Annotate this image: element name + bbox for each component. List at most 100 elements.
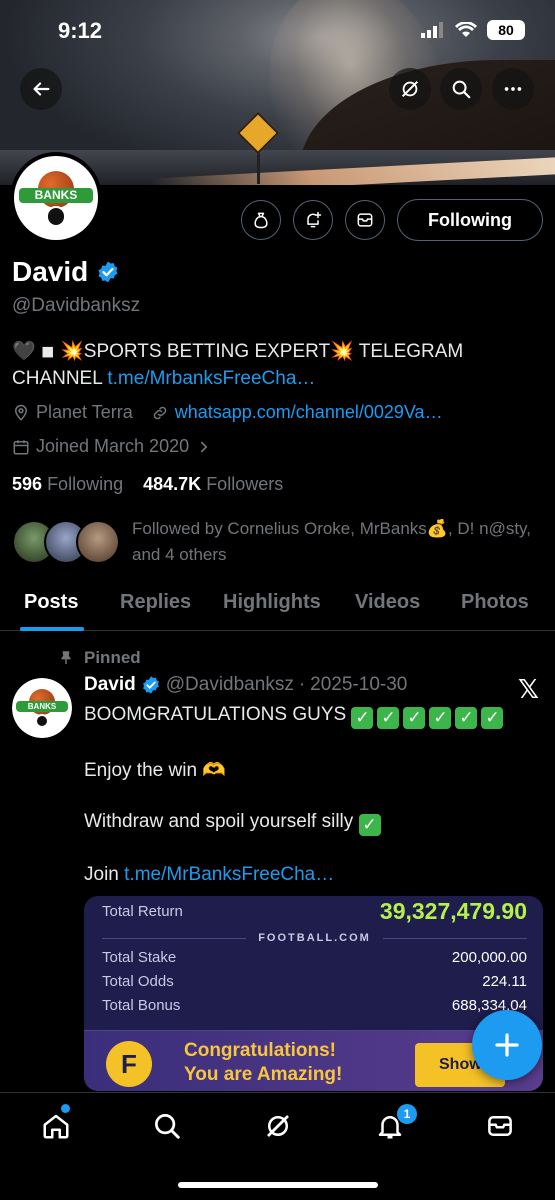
active-tab-indicator bbox=[20, 627, 84, 631]
post-telegram-link[interactable]: t.me/MrBanksFreeCha… bbox=[124, 864, 334, 885]
total-bonus-label: Total Bonus bbox=[102, 997, 181, 1014]
tab-photos[interactable]: Photos bbox=[461, 591, 529, 614]
tab-videos[interactable]: Videos bbox=[355, 591, 420, 614]
profile-joined: Joined March 2020 bbox=[36, 436, 190, 456]
football-com-logo-icon: F bbox=[106, 1041, 152, 1087]
subscribe-button[interactable] bbox=[241, 200, 281, 240]
back-button[interactable] bbox=[20, 68, 62, 110]
nav-grok[interactable] bbox=[261, 1109, 295, 1143]
status-bar: 9:12 80 bbox=[0, 0, 555, 60]
post-text-1: BOOMGRATULATIONS GUYS bbox=[84, 704, 347, 725]
follow-counts: 596 Following 484.7K Followers bbox=[12, 474, 283, 495]
logo-ribbon: BANKS bbox=[19, 187, 93, 204]
total-return-row: Total Return 39,327,479.90 bbox=[102, 898, 527, 925]
profile-bio: 🖤 ◾ 💥SPORTS BETTING EXPERT💥 TELEGRAM CHA… bbox=[12, 338, 542, 392]
grok-button[interactable] bbox=[389, 68, 431, 110]
nav-explore[interactable] bbox=[150, 1109, 184, 1143]
check-emoji-icon: ✓ bbox=[429, 707, 452, 729]
total-bonus-row: Total Bonus 688,334.04 bbox=[102, 997, 527, 1014]
home-new-dot bbox=[61, 1104, 70, 1113]
following-count: 596 bbox=[12, 474, 43, 494]
total-odds-label: Total Odds bbox=[102, 973, 174, 990]
status-time: 9:12 bbox=[58, 18, 103, 43]
check-emoji-icon: ✓ bbox=[358, 814, 381, 836]
envelope-icon bbox=[488, 1116, 512, 1136]
total-return-value: 39,327,479.90 bbox=[379, 898, 527, 924]
post-separator: · bbox=[298, 674, 306, 695]
profile-name-row: David bbox=[12, 256, 120, 288]
post-author-name[interactable]: David bbox=[84, 674, 136, 696]
chevron-right-icon bbox=[201, 441, 208, 452]
profile-website[interactable]: whatsapp.com/channel/0029Va… bbox=[175, 402, 443, 423]
promo-line-1: Congratulations! bbox=[184, 1040, 336, 1061]
verified-badge-icon[interactable] bbox=[96, 260, 120, 284]
tab-posts[interactable]: Posts bbox=[24, 591, 78, 614]
wifi-icon bbox=[455, 22, 477, 37]
total-odds-value: 224.11 bbox=[482, 973, 527, 990]
profile-joined-row[interactable]: Joined March 2020 bbox=[12, 436, 213, 457]
bet-slip-image[interactable]: Total Return 39,327,479.90 FOOTBALL.COM … bbox=[84, 896, 543, 1091]
profile-avatar[interactable]: BANKS bbox=[10, 152, 102, 244]
post-author-avatar[interactable]: BANKS bbox=[12, 678, 72, 738]
link-icon bbox=[153, 406, 166, 419]
x-logo-icon: 𝕏 bbox=[518, 674, 539, 704]
follower-avatars bbox=[12, 516, 120, 568]
followers-count: 484.7K bbox=[143, 474, 202, 494]
tab-highlights[interactable]: Highlights bbox=[223, 591, 321, 614]
post-text-line: BOOMGRATULATIONS GUYS ✓ ✓ ✓ ✓ ✓ ✓ bbox=[84, 704, 507, 729]
banks-logo-small: BANKS bbox=[12, 678, 72, 738]
plus-icon bbox=[495, 1033, 519, 1057]
nav-messages[interactable] bbox=[483, 1109, 517, 1143]
search-icon bbox=[452, 80, 471, 99]
soccer-ball-graphic bbox=[45, 206, 67, 227]
total-stake-row: Total Stake 200,000.00 bbox=[102, 949, 527, 966]
more-button[interactable] bbox=[492, 68, 534, 110]
logo-ribbon: BANKS bbox=[15, 700, 69, 712]
profile-name: David bbox=[12, 256, 89, 287]
promo-text: Congratulations! You are Amazing! bbox=[184, 1039, 342, 1087]
nav-home[interactable] bbox=[39, 1109, 73, 1143]
tab-replies[interactable]: Replies bbox=[120, 591, 191, 614]
total-return-label: Total Return bbox=[102, 903, 183, 920]
following-button[interactable]: Following bbox=[397, 199, 543, 241]
profile-tabs: Posts Replies Highlights Videos Photos bbox=[0, 585, 555, 631]
post-text-4: Join bbox=[84, 864, 125, 885]
notifications-toggle-button[interactable] bbox=[293, 200, 333, 240]
following-label: Following bbox=[47, 474, 124, 494]
post-author-handle[interactable]: @Davidbanksz bbox=[166, 674, 294, 696]
money-bag-icon bbox=[254, 212, 268, 229]
check-emoji-icon: ✓ bbox=[377, 707, 400, 729]
check-emoji-icon: ✓ bbox=[481, 707, 504, 729]
profile-location: Planet Terra bbox=[36, 402, 133, 422]
brand-name: FOOTBALL.COM bbox=[258, 932, 371, 944]
check-emoji-icon: ✓ bbox=[455, 707, 478, 729]
verified-badge-icon bbox=[142, 676, 159, 694]
profile-handle: @Davidbanksz bbox=[12, 295, 141, 316]
followers-count-link[interactable]: 484.7K Followers bbox=[143, 474, 283, 494]
pin-icon bbox=[61, 651, 71, 664]
grok-icon bbox=[401, 80, 419, 98]
location-pin-icon bbox=[14, 404, 28, 421]
post-text-3: Withdraw and spoil yourself silly bbox=[84, 811, 354, 832]
soccer-ball-graphic bbox=[34, 714, 50, 729]
post-text-2: Enjoy the win 🫶 bbox=[84, 760, 226, 781]
bio-link[interactable]: t.me/MrbanksFreeCha… bbox=[107, 368, 315, 389]
check-emoji-icon: ✓ bbox=[403, 707, 426, 729]
message-button[interactable] bbox=[345, 200, 385, 240]
pinned-label-row: Pinned bbox=[58, 648, 141, 668]
followed-by-row[interactable]: Followed by Cornelius Oroke, MrBanks💰, D… bbox=[12, 516, 542, 568]
followers-label: Followers bbox=[206, 474, 284, 494]
notifications-badge: 1 bbox=[397, 1104, 417, 1124]
search-button[interactable] bbox=[440, 68, 482, 110]
battery-indicator: 80 bbox=[487, 20, 525, 40]
following-count-link[interactable]: 596 Following bbox=[12, 474, 123, 494]
check-emojis: ✓ ✓ ✓ ✓ ✓ ✓ bbox=[351, 704, 507, 729]
compose-post-button[interactable] bbox=[472, 1010, 542, 1080]
banks-logo: BANKS bbox=[14, 156, 98, 240]
divider-line bbox=[382, 937, 528, 939]
envelope-icon bbox=[357, 213, 373, 227]
signal-icon bbox=[421, 22, 443, 38]
total-odds-row: Total Odds 224.11 bbox=[102, 973, 527, 990]
post-date[interactable]: 2025-10-30 bbox=[310, 674, 407, 696]
more-dots-icon bbox=[504, 87, 522, 91]
